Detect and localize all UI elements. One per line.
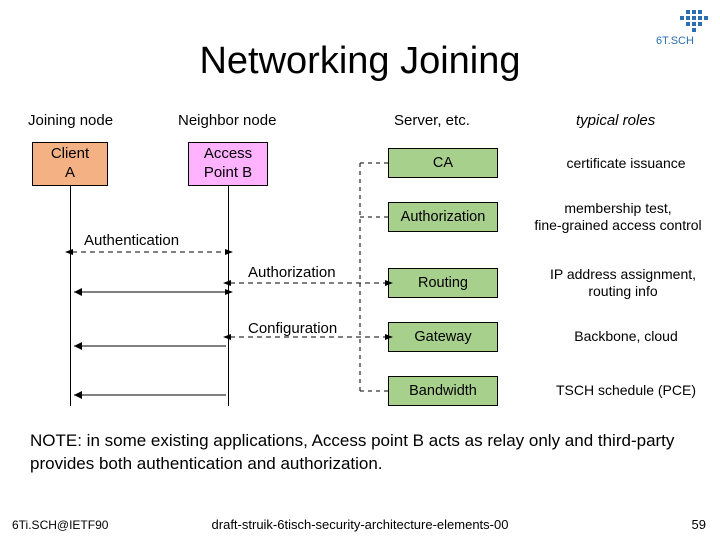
server-bandwidth-label: Bandwidth: [409, 382, 477, 400]
access-point-label: Access Point B: [204, 145, 252, 183]
access-point-box: Access Point B: [188, 142, 268, 186]
note-text: NOTE: in some existing applications, Acc…: [30, 430, 690, 476]
role-gateway: Backbone, cloud: [546, 328, 706, 345]
server-gateway-box: Gateway: [388, 322, 498, 352]
server-ca-box: CA: [388, 148, 498, 178]
role-authorization: membership test, fine-grained access con…: [518, 200, 718, 234]
header-joining: Joining node: [28, 112, 113, 129]
server-ca-label: CA: [433, 154, 453, 172]
client-node-box: Client A: [32, 142, 108, 186]
role-routing: IP address assignment, routing info: [530, 266, 716, 300]
lifeline-client: [70, 186, 71, 406]
server-routing-box: Routing: [388, 268, 498, 298]
role-ca: certificate issuance: [536, 155, 716, 172]
lifeline-ap: [228, 186, 229, 406]
page-title: Networking Joining: [0, 40, 720, 83]
header-server: Server, etc.: [394, 112, 470, 129]
msg-configuration: Configuration: [248, 320, 337, 337]
client-node-label: Client A: [51, 145, 89, 183]
server-authorization-box: Authorization: [388, 202, 498, 232]
server-routing-label: Routing: [418, 274, 468, 292]
page-number: 59: [692, 517, 706, 532]
header-neighbor: Neighbor node: [178, 112, 276, 129]
server-authorization-label: Authorization: [401, 208, 486, 226]
role-bandwidth: TSCH schedule (PCE): [536, 382, 716, 399]
msg-authentication: Authentication: [84, 232, 179, 249]
server-bandwidth-box: Bandwidth: [388, 376, 498, 406]
header-roles: typical roles: [576, 112, 655, 129]
footer-center: draft-struik-6tisch-security-architectur…: [0, 517, 720, 532]
msg-authorization: Authorization: [248, 264, 336, 281]
server-gateway-label: Gateway: [414, 328, 471, 346]
